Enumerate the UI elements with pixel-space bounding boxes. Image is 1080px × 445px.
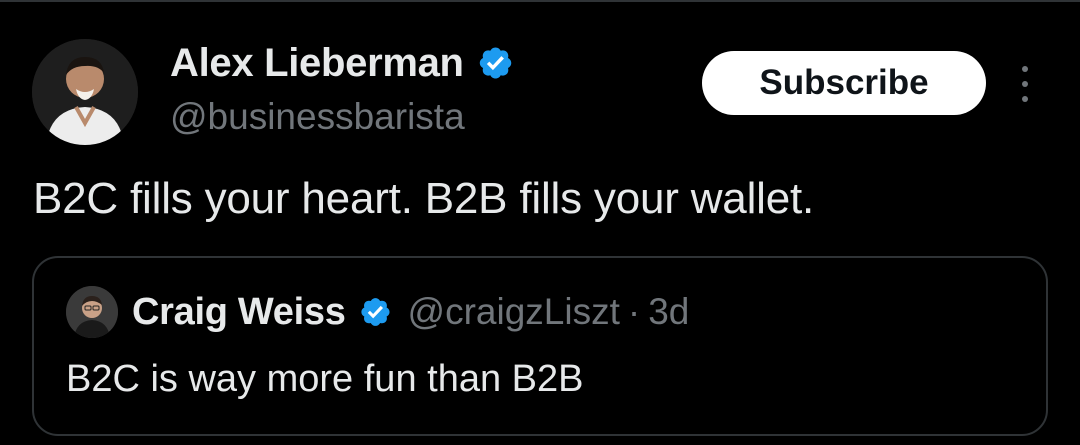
subscribe-button[interactable]: Subscribe <box>702 51 986 115</box>
tweet: Alex Lieberman @businessbarista Subscrib… <box>0 0 1080 445</box>
avatar-photo-icon <box>66 286 118 338</box>
quote-author-name[interactable]: Craig Weiss <box>132 291 346 334</box>
quote-header: Craig Weiss @craigzLiszt · 3d <box>66 284 689 340</box>
author-handle[interactable]: @businessbarista <box>170 96 514 138</box>
verified-badge-icon <box>479 47 511 79</box>
more-dot <box>1022 96 1028 102</box>
verified-badge-icon <box>360 298 390 326</box>
quote-author-avatar[interactable] <box>66 286 118 338</box>
author-name[interactable]: Alex Lieberman <box>170 41 464 86</box>
quote-author-handle[interactable]: @craigzLiszt <box>408 291 620 333</box>
more-options-button[interactable] <box>1010 62 1040 106</box>
tweet-text: B2C fills your heart. B2B fills your wal… <box>33 174 815 223</box>
quote-text: B2C is way more fun than B2B <box>66 358 584 400</box>
more-dot <box>1022 66 1028 72</box>
author-info: Alex Lieberman @businessbarista <box>170 38 514 138</box>
avatar-photo-icon <box>32 39 138 145</box>
more-dot <box>1022 81 1028 87</box>
quote-tweet-card[interactable]: Craig Weiss @craigzLiszt · 3d B2C is way… <box>32 256 1048 436</box>
quote-timestamp[interactable]: 3d <box>648 291 689 333</box>
separator-dot: · <box>627 291 641 332</box>
author-avatar[interactable] <box>32 39 138 145</box>
author-name-row: Alex Lieberman <box>170 38 514 88</box>
